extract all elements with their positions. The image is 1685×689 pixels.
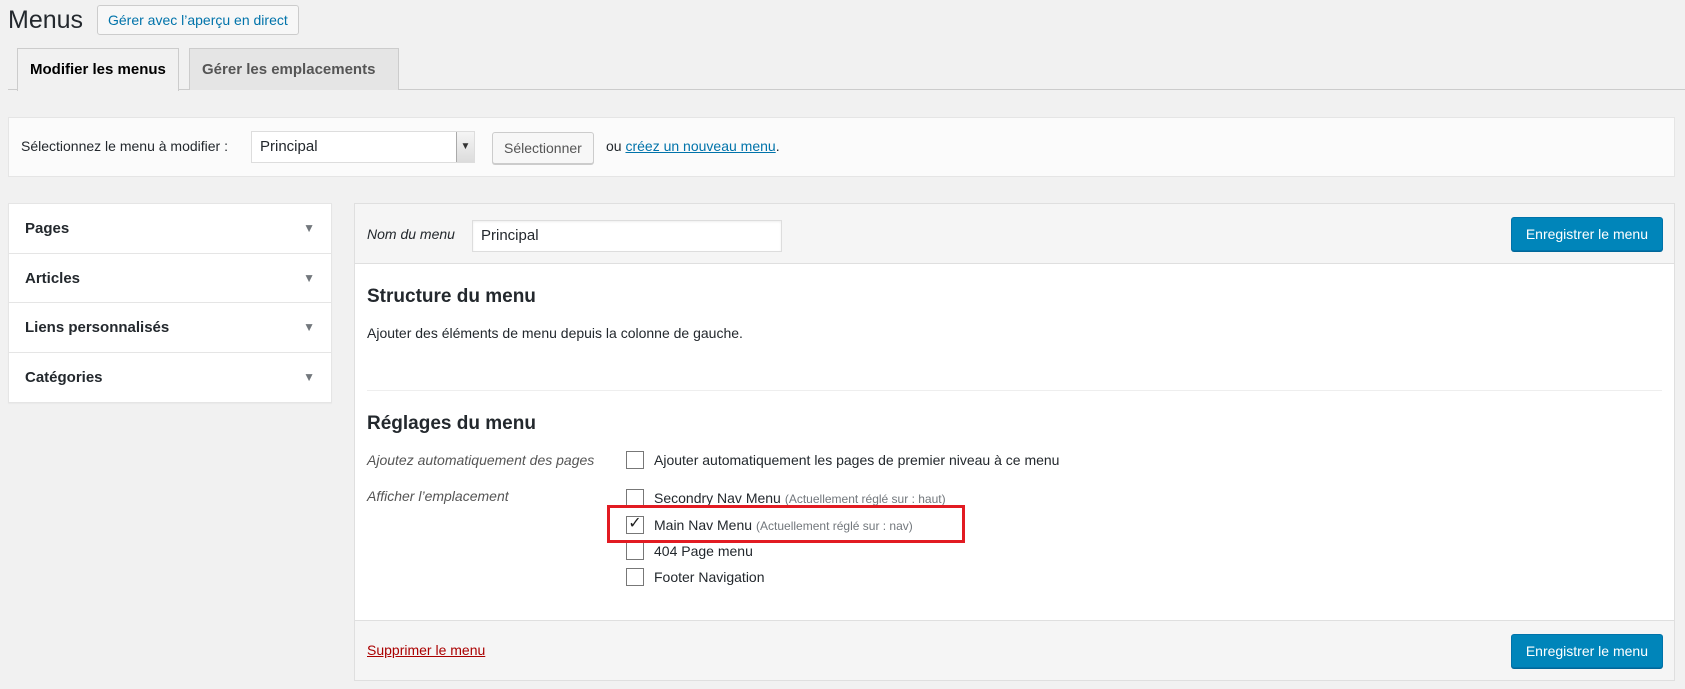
delete-menu-link[interactable]: Supprimer le menu [367,642,485,658]
caret-down-icon: ▼ [303,320,315,334]
page-title: Menus [8,6,84,34]
highlight-annotation-box [607,505,965,543]
accordion-categories[interactable]: Catégories ▼ [9,353,331,403]
menu-select-value: Principal [260,138,318,155]
menu-select-dropdown[interactable]: Principal ▼ [251,131,475,163]
auto-add-checkbox[interactable] [626,451,644,469]
location-name: 404 Page menu [654,543,753,559]
live-preview-button[interactable]: Gérer avec l’aperçu en direct [97,5,299,35]
editor-footer: Supprimer le menu Enregistrer le menu [355,620,1674,680]
accordion-title: Catégories [25,368,103,386]
location-note: (Actuellement réglé sur : haut) [784,492,946,506]
menu-settings-title: Réglages du menu [367,413,536,434]
caret-down-icon: ▼ [303,270,315,285]
location-label: Footer Navigation [654,569,765,585]
divider [367,390,1662,391]
location-label: Secondry Nav Menu (Actuellement réglé sur… [654,490,946,506]
create-menu-link[interactable]: créez un nouveau menu [625,138,775,154]
tab-manage-locations[interactable]: Gérer les emplacements [189,48,399,90]
menu-select-label: Sélectionnez le menu à modifier : [21,138,228,154]
save-menu-button[interactable]: Enregistrer le menu [1510,217,1663,251]
accordion-title: Articles [25,269,81,287]
caret-down-icon: ▼ [303,221,315,235]
auto-add-option-label: Ajouter automatiquement les pages de pre… [654,452,1060,468]
period: . [775,138,780,154]
display-location-label: Afficher l’emplacement [367,488,509,504]
menu-name-label: Nom du menu [367,226,455,242]
editor-header: Nom du menu Principal Enregistrer le men… [355,204,1674,264]
tab-edit-menus[interactable]: Modifier les menus [17,48,179,91]
location-label: 404 Page menu [654,543,753,559]
auto-add-label: Ajoutez automatiquement des pages [367,452,595,468]
menu-structure-description: Ajouter des éléments de menu depuis la c… [367,325,743,341]
accordion-custom-links[interactable]: Liens personnalisés ▼ [9,303,331,353]
or-text: ou [606,138,622,154]
accordion-articles[interactable]: Articles ▼ [9,254,331,303]
menu-structure-title: Structure du menu [367,286,536,307]
menu-select-bar: Sélectionnez le menu à modifier : Princi… [8,117,1675,177]
location-checkbox[interactable] [626,568,644,586]
create-menu-text: ou créez un nouveau menu. [606,138,780,154]
chevron-down-icon: ▼ [456,132,474,162]
menu-name-input[interactable]: Principal [472,220,782,252]
save-menu-button-footer[interactable]: Enregistrer le menu [1510,634,1663,668]
accordion-title: Pages [25,220,70,237]
location-checkbox[interactable] [626,542,644,560]
select-menu-button[interactable]: Sélectionner [492,132,594,164]
accordion-title: Liens personnalisés [25,319,170,336]
caret-down-icon: ▼ [303,369,315,384]
add-items-sidebar: Pages ▼ Articles ▼ Liens personnalisés ▼… [8,203,332,403]
accordion-pages[interactable]: Pages ▼ [9,204,331,254]
nav-tabs: Modifier les menus Gérer les emplacement… [8,48,1685,91]
location-name: Footer Navigation [654,569,765,585]
location-name: Secondry Nav Menu [654,490,781,506]
menu-editor: Nom du menu Principal Enregistrer le men… [354,203,1675,681]
